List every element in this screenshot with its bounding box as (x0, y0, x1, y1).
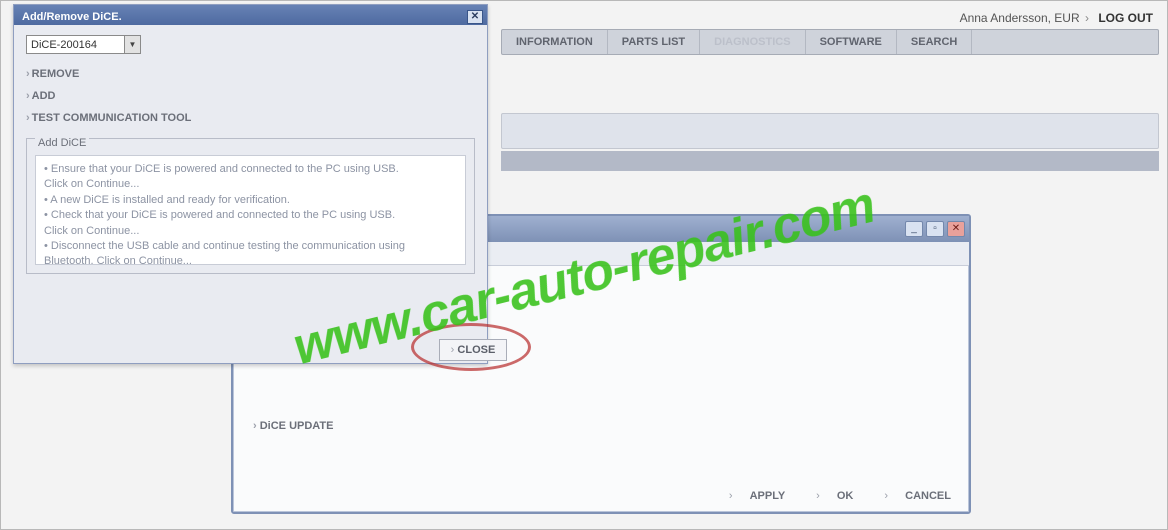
dialog-actions: ›REMOVE ›ADD ›TEST COMMUNICATION TOOL (26, 68, 475, 124)
close-label: CLOSE (457, 344, 495, 356)
subwindow-footer: › APPLY › OK › CANCEL (701, 490, 951, 502)
dice-update-label: DiCE UPDATE (260, 420, 334, 432)
main-tabs: INFORMATION PARTS LIST DIAGNOSTICS SOFTW… (501, 29, 1159, 55)
dice-select[interactable]: DiCE-200164 ▼ (26, 35, 141, 54)
tab-diagnostics[interactable]: DIAGNOSTICS (700, 30, 805, 54)
add-remove-dice-dialog: Add/Remove DiCE. ✕ DiCE-200164 ▼ ›REMOVE… (13, 4, 488, 364)
ok-button[interactable]: › OK (802, 490, 853, 502)
tab-search[interactable]: SEARCH (897, 30, 972, 54)
cancel-button[interactable]: › CANCEL (870, 490, 951, 502)
add-dice-fieldset: Add DiCE • Ensure that your DiCE is powe… (26, 138, 475, 274)
chevron-right-icon: › (1085, 11, 1089, 25)
dice-select-value: DiCE-200164 (31, 39, 97, 51)
close-icon[interactable]: ✕ (947, 221, 965, 237)
secondary-bar (501, 113, 1159, 149)
close-button[interactable]: › CLOSE (439, 339, 507, 361)
subwindow-controls: _ ▫ ✕ (905, 221, 965, 237)
chevron-down-icon[interactable]: ▼ (124, 36, 140, 53)
dialog-titlebar: Add/Remove DiCE. ✕ (14, 5, 487, 25)
tab-information[interactable]: INFORMATION (502, 30, 608, 54)
dialog-title: Add/Remove DiCE. (22, 11, 122, 23)
apply-button[interactable]: › APPLY (715, 490, 785, 502)
secondary-bar-dark (501, 151, 1159, 171)
minimize-icon[interactable]: _ (905, 221, 923, 237)
test-comm-link[interactable]: ›TEST COMMUNICATION TOOL (26, 112, 475, 124)
remove-link[interactable]: ›REMOVE (26, 68, 475, 80)
chevron-right-icon: › (253, 420, 257, 432)
dice-update-link[interactable]: › DiCE UPDATE (253, 420, 949, 432)
add-link[interactable]: ›ADD (26, 90, 475, 102)
maximize-icon[interactable]: ▫ (926, 221, 944, 237)
fieldset-legend: Add DiCE (35, 137, 89, 149)
tab-software[interactable]: SOFTWARE (806, 30, 897, 54)
close-icon[interactable]: ✕ (467, 10, 483, 24)
tab-parts-list[interactable]: PARTS LIST (608, 30, 700, 54)
user-name: Anna Andersson, EUR (960, 11, 1080, 25)
user-info: Anna Andersson, EUR › LOG OUT (960, 11, 1153, 25)
add-dice-log: • Ensure that your DiCE is powered and c… (35, 155, 466, 265)
chevron-right-icon: › (451, 344, 455, 356)
logout-link[interactable]: LOG OUT (1098, 11, 1153, 25)
